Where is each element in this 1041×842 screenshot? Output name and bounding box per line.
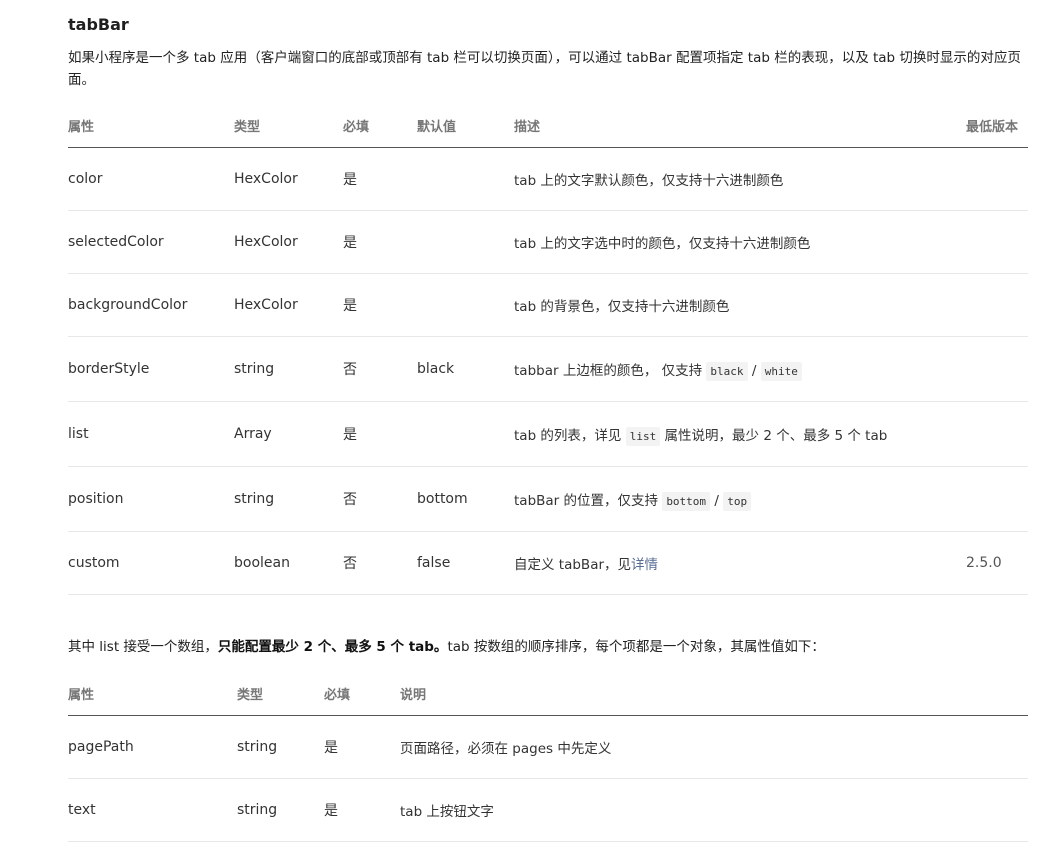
cell-type: string [237, 778, 324, 842]
code-list: list [625, 427, 661, 446]
table-header-row: 属性 类型 必填 默认值 描述 最低版本 [68, 103, 1028, 148]
desc-text-suffix: 属性说明，最少 2 个、最多 5 个 tab [664, 428, 888, 444]
table-row: borderStyle string 否 black tabbar 上边框的颜色… [68, 336, 1028, 402]
header-version: 最低版本 [966, 103, 1028, 148]
header-default: 默认值 [417, 103, 514, 148]
code-black: black [706, 362, 748, 381]
cell-type: HexColor [234, 210, 343, 274]
cell-desc: tab 上的文字默认颜色，仅支持十六进制颜色 [514, 147, 966, 211]
cell-type: HexColor [234, 147, 343, 211]
cell-type: string [234, 336, 343, 402]
cell-version [966, 466, 1028, 532]
table-row: position string 否 bottom tabBar 的位置，仅支持 … [68, 466, 1028, 532]
cell-desc: tabBar 的位置，仅支持 bottom / top [514, 466, 966, 532]
desc-text: 自定义 tabBar，见 [514, 557, 632, 573]
table-row: pagePath string 是 页面路径，必须在 pages 中先定义 [68, 715, 1028, 779]
header-desc: 说明 [400, 671, 1028, 716]
cell-attr: backgroundColor [68, 273, 234, 337]
cell-default: false [417, 531, 514, 595]
desc-separator: / [714, 493, 719, 509]
cell-required: 是 [324, 778, 400, 842]
cell-attr: position [68, 466, 234, 532]
cell-type: string [237, 715, 324, 779]
cell-desc: 页面路径，必须在 pages 中先定义 [400, 715, 1028, 779]
cell-required: 否 [343, 531, 417, 595]
header-required: 必填 [343, 103, 417, 148]
header-type: 类型 [237, 671, 324, 716]
header-attr: 属性 [68, 103, 234, 148]
cell-required: 否 [343, 336, 417, 402]
cell-attr: selectedColor [68, 210, 234, 274]
table-row: list Array 是 tab 的列表，详见 list 属性说明，最少 2 个… [68, 401, 1028, 467]
cell-default: black [417, 336, 514, 402]
desc-separator: / [751, 363, 757, 379]
cell-desc: 自定义 tabBar，见详情 [514, 531, 966, 595]
list-item-properties-table: 属性 类型 必填 说明 pagePath string 是 页面路径，必须在 p… [68, 671, 1028, 842]
cell-default: bottom [417, 466, 514, 532]
cell-version [966, 147, 1028, 211]
code-white: white [760, 362, 802, 381]
cell-required: 是 [343, 273, 417, 337]
list-note-prefix: 其中 list 接受一个数组， [68, 639, 218, 655]
code-bottom: bottom [662, 492, 711, 511]
cell-required: 是 [343, 401, 417, 467]
cell-desc: tab 上的文字选中时的颜色，仅支持十六进制颜色 [514, 210, 966, 274]
desc-text: tabbar 上边框的颜色， 仅支持 [514, 363, 703, 379]
list-note-bold: 只能配置最少 2 个、最多 5 个 tab。 [217, 639, 448, 655]
cell-type: Array [234, 401, 343, 467]
cell-default [417, 147, 514, 211]
desc-text: tab 的列表，详见 [514, 428, 622, 444]
table-header-row: 属性 类型 必填 说明 [68, 671, 1028, 716]
table-row: custom boolean 否 false 自定义 tabBar，见详情 2.… [68, 531, 1028, 595]
header-desc: 描述 [514, 103, 966, 148]
cell-version [966, 273, 1028, 337]
cell-desc: tab 的列表，详见 list 属性说明，最少 2 个、最多 5 个 tab [514, 401, 966, 467]
cell-version [966, 401, 1028, 467]
cell-required: 是 [343, 210, 417, 274]
tabbar-properties-table: 属性 类型 必填 默认值 描述 最低版本 color HexColor 是 ta… [68, 103, 1028, 595]
cell-attr: color [68, 147, 234, 211]
cell-attr: list [68, 401, 234, 467]
code-top: top [723, 492, 752, 511]
cell-attr: custom [68, 531, 234, 595]
details-link[interactable]: 详情 [631, 557, 658, 573]
table-row: color HexColor 是 tab 上的文字默认颜色，仅支持十六进制颜色 [68, 147, 1028, 211]
section-intro: 如果小程序是一个多 tab 应用（客户端窗口的底部或顶部有 tab 栏可以切换页… [68, 50, 1021, 88]
cell-type: boolean [234, 531, 343, 595]
cell-required: 是 [324, 715, 400, 779]
header-required: 必填 [324, 671, 400, 716]
section-title: tabBar [68, 15, 129, 34]
cell-version: 2.5.0 [966, 531, 1028, 595]
cell-type: HexColor [234, 273, 343, 337]
cell-desc: tab 上按钮文字 [400, 778, 1028, 842]
list-note: 其中 list 接受一个数组，只能配置最少 2 个、最多 5 个 tab。tab… [68, 636, 1028, 658]
cell-default [417, 210, 514, 274]
cell-required: 否 [343, 466, 417, 532]
cell-attr: pagePath [68, 715, 237, 779]
cell-default [417, 401, 514, 467]
cell-default [417, 273, 514, 337]
cell-attr: borderStyle [68, 336, 234, 402]
table-row: selectedColor HexColor 是 tab 上的文字选中时的颜色，… [68, 210, 1028, 274]
cell-desc: tabbar 上边框的颜色， 仅支持 black / white [514, 336, 966, 402]
cell-required: 是 [343, 147, 417, 211]
list-note-suffix: tab 按数组的顺序排序，每个项都是一个对象，其属性值如下： [447, 639, 825, 655]
header-type: 类型 [234, 103, 343, 148]
cell-desc: tab 的背景色，仅支持十六进制颜色 [514, 273, 966, 337]
cell-type: string [234, 466, 343, 532]
cell-version [966, 210, 1028, 274]
table-row: backgroundColor HexColor 是 tab 的背景色，仅支持十… [68, 273, 1028, 337]
header-attr: 属性 [68, 671, 237, 716]
desc-text: tabBar 的位置，仅支持 [514, 493, 659, 509]
table-row: text string 是 tab 上按钮文字 [68, 778, 1028, 842]
cell-attr: text [68, 778, 237, 842]
cell-version [966, 336, 1028, 402]
